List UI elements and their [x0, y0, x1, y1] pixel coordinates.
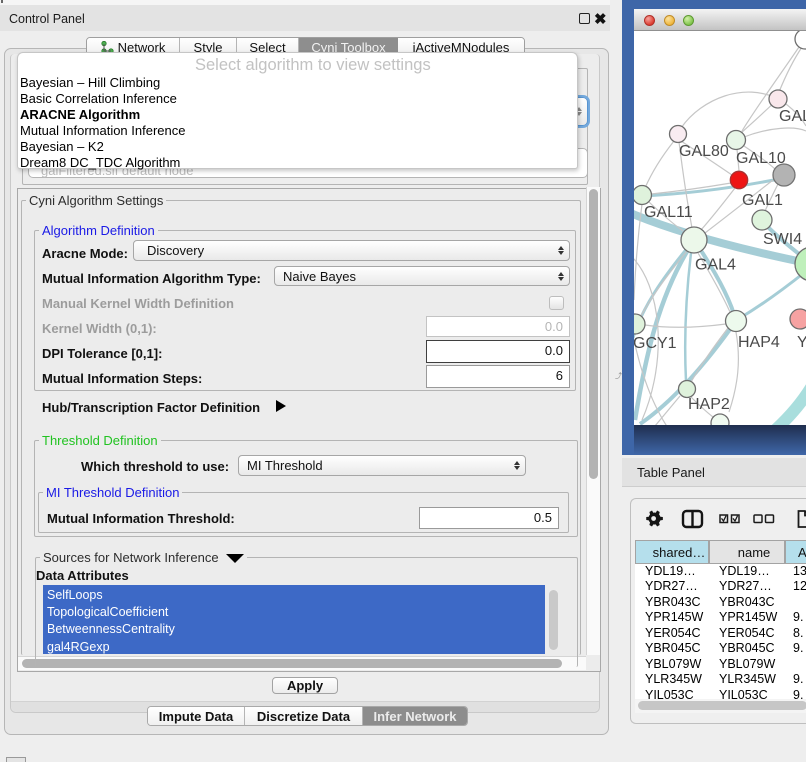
svg-text:GCY1: GCY1: [634, 335, 677, 352]
svg-text:GAL2: GAL2: [779, 108, 806, 125]
svg-text:HAP2: HAP2: [688, 396, 730, 413]
svg-text:GAL80: GAL80: [679, 143, 729, 160]
svg-text:GAL11: GAL11: [644, 204, 693, 221]
svg-text:HAP4: HAP4: [738, 334, 780, 351]
svg-text:SWI4: SWI4: [763, 231, 802, 248]
svg-text:GAL4: GAL4: [695, 257, 736, 274]
svg-text:Y: Y: [797, 334, 806, 351]
svg-text:GAL10: GAL10: [736, 150, 786, 167]
svg-text:GAL1: GAL1: [742, 192, 783, 209]
